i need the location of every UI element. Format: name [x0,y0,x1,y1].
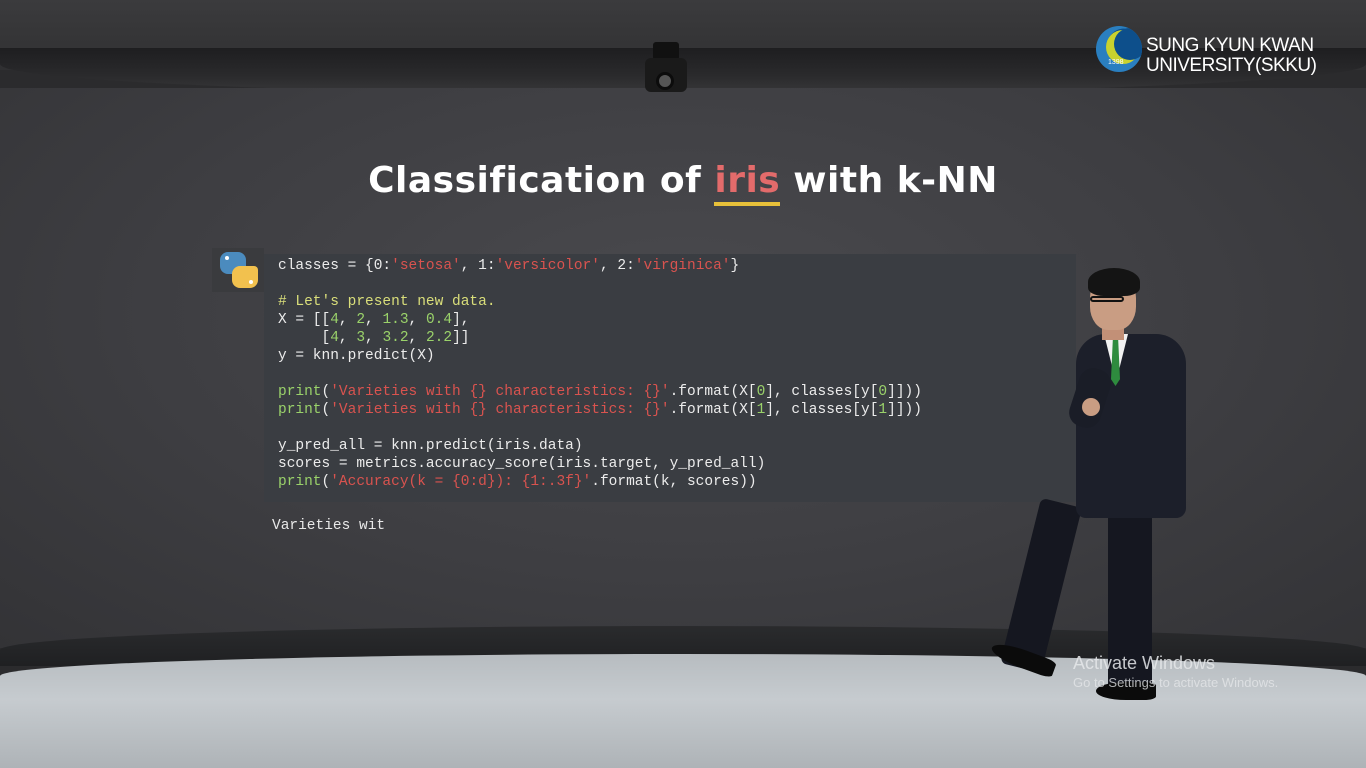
code-token: ( [321,384,331,400]
presenter [988,268,1190,708]
title-after: with k-NN [780,160,998,201]
code-line: print('Varieties with {} characteristics… [278,402,922,420]
code-token: # Let's present new data. [278,294,496,310]
code-line: classes = {0:'setosa', 1:'versicolor', 2… [278,258,739,276]
code-token: 4 [330,312,339,328]
code-token: , [408,330,426,346]
code-token: , [338,330,357,346]
code-token: .format(X[ [669,384,757,400]
code-token: .format(X[ [669,402,757,418]
code-token: 'Accuracy(k = {0:d}): {1:.3f}' [330,474,592,490]
code-token: ]])) [887,402,922,418]
code-token: , [365,312,383,328]
python-icon [212,248,264,292]
code-token: ], [452,312,470,328]
code-token: print [278,474,322,490]
code-line: print('Varieties with {} characteristics… [278,384,922,402]
ceiling-camera-icon [641,42,691,98]
code-token: y_pred_all = knn.predict(iris.data) [278,438,583,454]
code-token: 3.2 [382,330,409,346]
title-before: Classification of [368,160,715,201]
code-token: 'virginica' [634,258,731,274]
code-line: print('Accuracy(k = {0:d}): {1:.3f}'.for… [278,474,757,492]
slide-title: Classification of iris with k-NN [0,160,1366,206]
code-token: , 1: [460,258,496,274]
code-token: classes = {0: [278,258,392,274]
code-token: 'setosa' [391,258,461,274]
code-token: [ [278,330,331,346]
code-token: 2 [356,312,366,328]
code-token: , [365,330,383,346]
code-token: 0 [756,384,766,400]
code-token: 0.4 [425,312,453,328]
code-token: 0 [878,384,888,400]
logo-line-1: SUNG KYUN KWAN [1146,35,1314,56]
code-token: , [338,312,357,328]
code-token: ], classes[y[ [765,384,879,400]
code-line: scores = metrics.accuracy_score(iris.tar… [278,456,765,474]
code-token: ]] [452,330,470,346]
code-line: # Let's present new data. [278,294,496,312]
code-token: print [278,402,322,418]
code-token: ( [321,474,331,490]
code-line: [4, 3, 3.2, 2.2]] [278,330,470,348]
code-token: .format(k, scores)) [591,474,757,490]
code-token: 'Varieties with {} characteristics: {}' [330,384,670,400]
code-token: , [408,312,426,328]
code-token: scores = metrics.accuracy_score(iris.tar… [278,456,766,472]
code-line: y = knn.predict(X) [278,348,435,366]
code-token: print [278,384,322,400]
code-token: 2.2 [425,330,453,346]
code-token: 1.3 [382,312,409,328]
code-token: } [730,258,740,274]
logo-text: SUNG KYUN KWAN UNIVERSITY(SKKU) [1146,35,1317,76]
code-token: 1 [878,402,888,418]
code-token: ], classes[y[ [765,402,879,418]
code-token: 3 [356,330,366,346]
code-token: ( [321,402,331,418]
code-token: 1 [756,402,766,418]
title-highlight: iris [714,160,781,206]
activate-subtitle: Go to Settings to activate Windows. [1073,675,1279,690]
code-token: 4 [330,330,339,346]
skku-emblem-icon: 1398 [1096,26,1142,72]
logo-line-2: UNIVERSITY(SKKU) [1146,55,1317,76]
code-token: ]])) [887,384,922,400]
code-token: 'Varieties with {} characteristics: {}' [330,402,670,418]
university-logo: 1398 SUNG KYUN KWAN UNIVERSITY(SKKU) [1096,26,1336,80]
code-token: X = [[ [278,312,331,328]
console-output: Varieties wit [272,518,386,534]
code-token: 'versicolor' [495,258,600,274]
code-line: X = [[4, 2, 1.3, 0.4], [278,312,469,330]
code-token: y = knn.predict(X) [278,348,435,364]
code-token: , 2: [599,258,635,274]
windows-activation-watermark: Activate Windows Go to Settings to activ… [1073,652,1278,692]
activate-title: Activate Windows [1073,653,1216,673]
code-line: y_pred_all = knn.predict(iris.data) [278,438,583,456]
logo-year: 1398 [1108,59,1124,66]
